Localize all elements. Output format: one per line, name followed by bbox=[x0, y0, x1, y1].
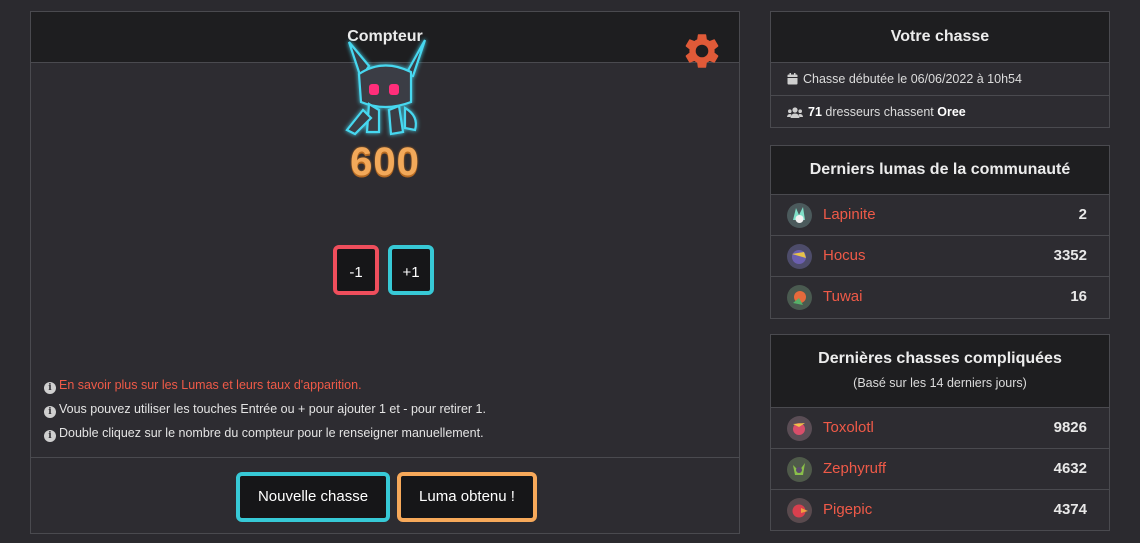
toxolotl-avatar bbox=[787, 416, 812, 441]
calendar-icon bbox=[787, 73, 798, 85]
hunt-species: Oree bbox=[937, 105, 966, 119]
new-hunt-button[interactable]: Nouvelle chasse bbox=[236, 472, 390, 522]
community-item-value: 2 bbox=[1078, 206, 1087, 223]
hocus-avatar bbox=[787, 244, 812, 269]
hard-hunts-title: Dernières chasses compliquées bbox=[818, 350, 1062, 367]
dblclick-hint-text: Double cliquez sur le nombre du compteur… bbox=[59, 426, 484, 440]
community-item-value: 16 bbox=[1070, 288, 1087, 305]
info-line-dblclick: i Double cliquez sur le nombre du compteu… bbox=[44, 426, 484, 442]
hunters-count: 71 bbox=[808, 105, 822, 119]
hard-hunt-item-value: 4374 bbox=[1053, 501, 1087, 518]
community-item-name[interactable]: Hocus bbox=[823, 247, 866, 264]
list-item: Pigepic 4374 bbox=[771, 490, 1109, 531]
hunt-hunters-row: 71 dresseurs chassent Oree bbox=[771, 95, 1109, 127]
hunt-started-row: Chasse débutée le 06/06/2022 à 10h54 bbox=[771, 63, 1109, 95]
info-line-keys: i Vous pouvez utiliser les touches Entrée… bbox=[44, 402, 486, 418]
hard-hunt-item-value: 9826 bbox=[1053, 419, 1087, 436]
lapinite-avatar bbox=[787, 203, 812, 228]
counter-value[interactable]: 600 bbox=[31, 140, 739, 185]
info-line-link: i En savoir plus sur les Lumas et leurs t… bbox=[44, 378, 362, 394]
increment-button[interactable]: +1 bbox=[388, 245, 434, 295]
list-item: Toxolotl 9826 bbox=[771, 408, 1109, 449]
hunt-title: Votre chasse bbox=[771, 12, 1109, 63]
hard-hunt-item-value: 4632 bbox=[1053, 460, 1087, 477]
hard-hunt-item-name[interactable]: Toxolotl bbox=[823, 419, 874, 436]
divider bbox=[31, 457, 739, 458]
lumas-info-link[interactable]: En savoir plus sur les Lumas et leurs ta… bbox=[59, 378, 362, 392]
decrement-button[interactable]: -1 bbox=[333, 245, 379, 295]
hard-hunt-item-name[interactable]: Pigepic bbox=[823, 501, 872, 518]
gear-icon[interactable] bbox=[681, 30, 723, 72]
hunters-text: dresseurs chassent bbox=[825, 105, 934, 119]
pigepic-avatar bbox=[787, 498, 812, 523]
hard-hunts-panel: Dernières chasses compliquées (Basé sur … bbox=[770, 334, 1110, 531]
tuwai-avatar bbox=[787, 285, 812, 310]
hard-hunt-item-name[interactable]: Zephyruff bbox=[823, 460, 886, 477]
hunt-panel: Votre chasse Chasse débutée le 06/06/202… bbox=[770, 11, 1110, 128]
community-item-name[interactable]: Lapinite bbox=[823, 206, 876, 223]
hunt-started-text: Chasse débutée le 06/06/2022 à 10h54 bbox=[803, 72, 1022, 86]
info-icon: i bbox=[44, 406, 56, 418]
counter-panel: Compteur 600 -1 +1 i En savoir plus sur l… bbox=[30, 11, 740, 534]
zephyruff-avatar bbox=[787, 457, 812, 482]
info-icon: i bbox=[44, 382, 56, 394]
list-item: Zephyruff 4632 bbox=[771, 449, 1109, 490]
luma-obtained-button[interactable]: Luma obtenu ! bbox=[397, 472, 537, 522]
list-item: Hocus 3352 bbox=[771, 236, 1109, 277]
hard-hunts-subtitle: (Basé sur les 14 derniers jours) bbox=[853, 376, 1027, 390]
community-title: Derniers lumas de la communauté bbox=[771, 146, 1109, 195]
users-icon bbox=[787, 107, 803, 118]
community-item-name[interactable]: Tuwai bbox=[823, 288, 862, 305]
hard-hunts-header: Dernières chasses compliquées (Basé sur … bbox=[771, 335, 1109, 408]
community-item-value: 3352 bbox=[1053, 247, 1087, 264]
community-lumas-panel: Derniers lumas de la communauté Lapinite… bbox=[770, 145, 1110, 319]
info-icon: i bbox=[44, 430, 56, 442]
keys-hint-text: Vous pouvez utiliser les touches Entrée … bbox=[59, 402, 486, 416]
list-item: Lapinite 2 bbox=[771, 195, 1109, 236]
luma-creature-image bbox=[345, 39, 427, 136]
list-item: Tuwai 16 bbox=[771, 277, 1109, 318]
